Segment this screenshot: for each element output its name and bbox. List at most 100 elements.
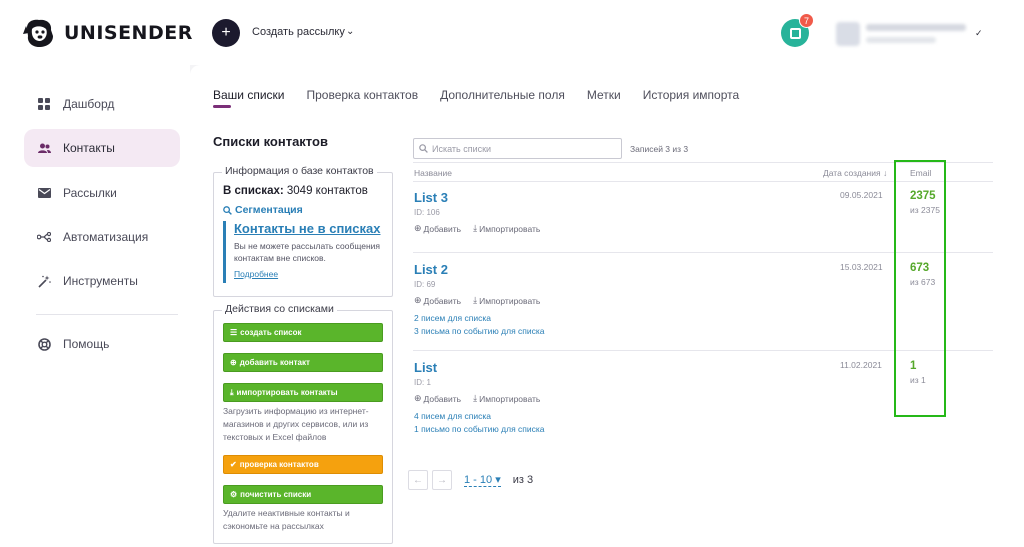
message-icon (789, 27, 801, 39)
campaigns-for-list-link[interactable]: 4 писем для списка (414, 411, 491, 421)
page-title: Списки контактов (213, 134, 328, 149)
created-date: 15.03.2021 (840, 262, 883, 272)
tab-extra-fields[interactable]: Дополнительные поля (440, 88, 565, 102)
list-actions-box: Действия со списками ☰ создать список ⊕ … (213, 303, 393, 544)
brand-name: UNISENDER (64, 22, 193, 44)
create-campaign-label[interactable]: Создать рассылку (252, 26, 345, 38)
sidebar-item-label: Контакты (63, 141, 115, 155)
tab-tags[interactable]: Метки (587, 88, 621, 102)
actions-box-legend: Действия со списками (222, 303, 337, 315)
prev-page-button[interactable]: ← (408, 470, 428, 490)
account-id-blurred (866, 37, 936, 43)
import-label: Импортировать (479, 223, 541, 234)
active-tab-indicator (213, 105, 231, 108)
tab-your-lists[interactable]: Ваши списки (213, 88, 285, 102)
plus-icon: + (221, 24, 231, 41)
page-range: 1 - 10 (464, 474, 493, 486)
account-menu[interactable] (836, 20, 976, 48)
column-name[interactable]: Название (414, 168, 452, 178)
download-icon: ⤓ (473, 393, 478, 403)
list-name-link[interactable]: List 2 (414, 262, 448, 277)
add-contact-label: добавить контакт (239, 358, 310, 367)
segmentation-link[interactable]: Сегментация (223, 204, 303, 216)
add-to-list-button[interactable]: ⊕ Добавить (414, 393, 461, 404)
create-list-label: создать список (240, 328, 302, 337)
contacts-icon (37, 141, 51, 155)
sidebar-item-help[interactable]: Помощь (24, 325, 180, 363)
import-to-list-button[interactable]: ⤓ Импортировать (473, 295, 540, 306)
created-date: 09.05.2021 (840, 190, 883, 200)
download-icon: ⤓ (473, 223, 478, 233)
segmentation-label: Сегментация (235, 204, 303, 216)
row-actions: ⊕ Добавить ⤓ Импортировать (414, 223, 540, 234)
sidebar-item-contacts[interactable]: Контакты (24, 129, 180, 167)
contacts-count: В списках: 3049 контактов (223, 185, 368, 197)
sidebar: Дашборд Контакты Рассылки Автоматизация … (0, 65, 190, 547)
list-name-link[interactable]: List 3 (414, 190, 448, 205)
not-in-lists-link[interactable]: Контакты не в списках (234, 221, 383, 236)
add-to-list-button[interactable]: ⊕ Добавить (414, 223, 461, 234)
logo[interactable]: UNISENDER (22, 16, 193, 50)
event-letters-link[interactable]: 1 письмо по событию для списка (414, 424, 545, 434)
account-email-blurred (866, 24, 966, 31)
clean-description: Удалите неактивные контакты и сэкономьте… (223, 508, 350, 531)
event-letters-link[interactable]: 3 письма по событию для списка (414, 326, 545, 336)
next-page-button[interactable]: → (432, 470, 452, 490)
add-contact-button[interactable]: ⊕ добавить контакт (223, 353, 383, 372)
automation-icon (37, 230, 51, 244)
import-label: Импортировать (479, 295, 541, 306)
column-date[interactable]: Дата создания ↓ (823, 168, 887, 178)
sidebar-divider (36, 314, 178, 315)
search-input[interactable]: Искать списки (413, 138, 622, 159)
list-icon: ☰ (230, 328, 238, 337)
account-chevron-icon[interactable]: ✓ (975, 28, 983, 39)
import-to-list-button[interactable]: ⤓ Импортировать (473, 393, 540, 404)
create-list-button[interactable]: ☰ создать список (223, 323, 383, 342)
download-icon: ⤓ (473, 295, 478, 305)
check-contacts-label: проверка контактов (239, 460, 319, 469)
download-icon: ⤓ (230, 387, 234, 397)
avatar (836, 22, 860, 46)
campaigns-for-list-link[interactable]: 2 писем для списка (414, 313, 491, 323)
mail-icon (37, 186, 51, 200)
page-total: из 3 (512, 474, 534, 486)
search-placeholder: Искать списки (432, 143, 492, 154)
sidebar-item-dashboard[interactable]: Дашборд (24, 85, 180, 123)
list-id: ID: 1 (414, 378, 431, 387)
list-name-link[interactable]: List (414, 360, 437, 375)
import-contacts-button[interactable]: ⤓ импортировать контакты (223, 383, 383, 402)
dashboard-icon (37, 97, 51, 111)
pagination: ← → 1 - 10 ▾ из 3 (408, 470, 533, 490)
list-id: ID: 69 (414, 280, 436, 289)
check-contacts-button[interactable]: ✔ проверка контактов (223, 455, 383, 474)
check-icon: ✔ (230, 460, 237, 469)
notice-text: Вы не можете рассылать сообщения контакт… (234, 241, 381, 263)
contacts-info-box: Информация о базе контактов В списках: 3… (213, 165, 393, 297)
page-size-select[interactable]: 1 - 10 ▾ (464, 473, 501, 487)
learn-more-link[interactable]: Подробнее (234, 269, 278, 279)
magic-wand-icon (37, 274, 51, 288)
clean-lists-button[interactable]: ⚙ почистить списки (223, 485, 383, 504)
sidebar-item-automation[interactable]: Автоматизация (24, 218, 180, 256)
records-count: Записей 3 из 3 (630, 144, 689, 154)
count-label: В списках: (223, 185, 284, 197)
created-date: 11.02.2021 (840, 360, 882, 370)
dog-logo-icon (23, 19, 53, 47)
list-id: ID: 106 (414, 208, 440, 217)
tab-bar: Ваши списки Проверка контактов Дополните… (213, 88, 739, 102)
add-label: Добавить (423, 295, 462, 306)
import-to-list-button[interactable]: ⤓ Импортировать (473, 223, 540, 234)
info-box-legend: Информация о базе контактов (222, 165, 377, 177)
sidebar-item-campaigns[interactable]: Рассылки (24, 174, 180, 212)
help-icon (37, 337, 51, 351)
plus-circle-icon: ⊕ (414, 393, 422, 403)
plus-circle-icon: ⊕ (230, 358, 237, 367)
tab-import-history[interactable]: История импорта (643, 88, 739, 102)
sidebar-item-tools[interactable]: Инструменты (24, 262, 180, 300)
import-contacts-label: импортировать контакты (236, 388, 338, 397)
create-campaign-button[interactable]: + (212, 19, 240, 47)
chevron-down-icon[interactable]: ⌄ (346, 26, 354, 37)
count-value: 3049 контактов (286, 185, 368, 197)
add-to-list-button[interactable]: ⊕ Добавить (414, 295, 461, 306)
tab-check-contacts[interactable]: Проверка контактов (307, 88, 419, 102)
